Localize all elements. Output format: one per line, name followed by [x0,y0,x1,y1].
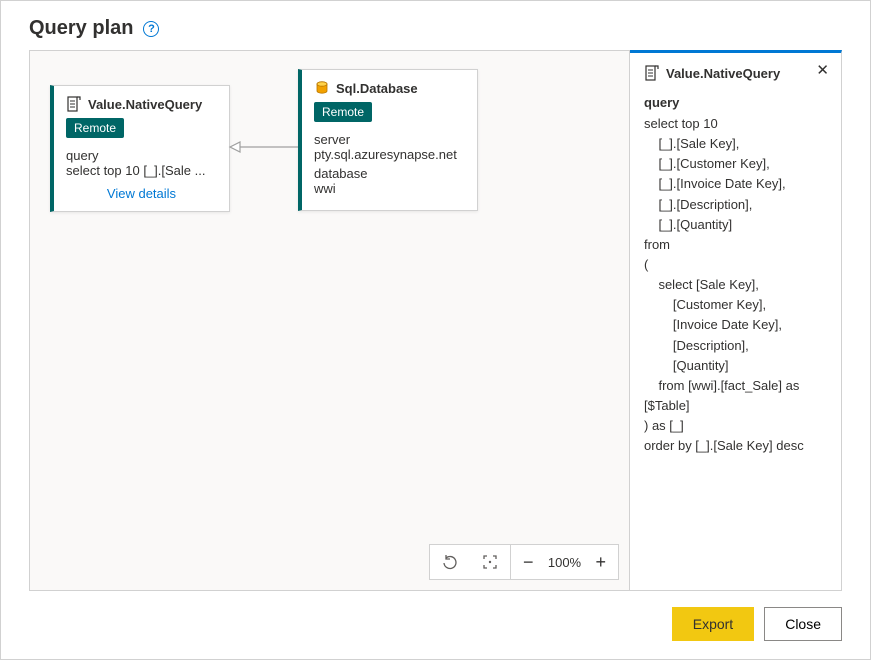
panel-title: Value.NativeQuery [644,65,827,81]
fit-view-button[interactable] [470,545,510,579]
node-sql-database[interactable]: Sql.Database Remote server pty.sql.azure… [298,69,478,211]
dialog-header: Query plan ? [1,1,870,50]
remote-badge: Remote [66,118,124,138]
param-value: select top 10 [_].[Sale ... [66,163,217,178]
export-button[interactable]: Export [672,607,754,641]
zoom-out-button[interactable]: − [523,552,534,573]
panel-sql-text: select top 10 [_].[Sale Key], [_].[Custo… [644,114,827,456]
node-title: Sql.Database [314,80,465,96]
panel-title-text: Value.NativeQuery [666,66,780,81]
zoom-level-group: − 100% + [511,545,618,579]
database-value: wwi [314,181,465,196]
node-title: Value.NativeQuery [66,96,217,112]
zoom-in-button[interactable]: + [595,552,606,573]
dialog-body: Value.NativeQuery Remote query select to… [1,50,870,591]
zoom-controls: − 100% + [429,544,619,580]
param-label: query [66,148,217,163]
node-value-nativequery[interactable]: Value.NativeQuery Remote query select to… [50,85,230,212]
server-value: pty.sql.azuresynapse.net [314,147,465,162]
node-title-text: Value.NativeQuery [88,97,202,112]
close-button[interactable]: Close [764,607,842,641]
fit-icon [482,554,498,570]
reset-view-button[interactable] [430,545,470,579]
query-icon [644,65,660,81]
help-icon[interactable]: ? [143,21,159,37]
dialog-footer: Export Close [1,591,870,659]
dialog-title: Query plan [29,17,133,40]
query-icon [66,96,82,112]
undo-icon [442,554,458,570]
view-details-link[interactable]: View details [66,186,217,201]
connector-arrow [228,141,300,153]
details-panel: ✕ Value.NativeQuery query select top 10 … [630,50,842,591]
database-icon [314,80,330,96]
zoom-level-label: 100% [545,555,583,570]
remote-badge: Remote [314,102,372,122]
panel-field-label: query [644,95,827,110]
query-plan-dialog: Query plan ? Value.NativeQuery Remote qu… [0,0,871,660]
plan-canvas[interactable]: Value.NativeQuery Remote query select to… [29,50,630,591]
server-label: server [314,132,465,147]
close-icon[interactable]: ✕ [816,63,829,78]
database-label: database [314,166,465,181]
node-title-text: Sql.Database [336,81,418,96]
